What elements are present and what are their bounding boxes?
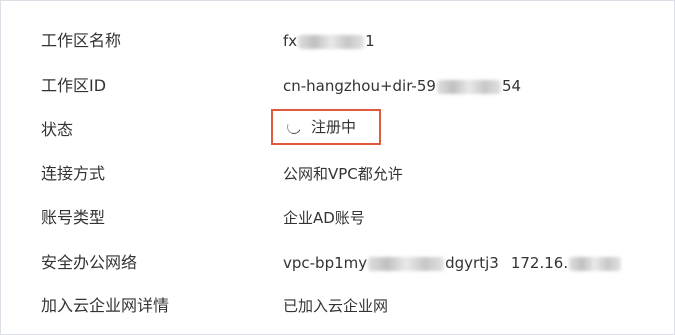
cen-row: 加入云企业网详情 已加入云企业网	[1, 292, 674, 320]
connection-value: 公网和VPC都允许	[283, 165, 403, 183]
workspace-id-prefix: cn-hangzhou+dir-59	[283, 77, 436, 95]
redacted-mask	[569, 256, 622, 271]
workspace-detail-panel: 工作区名称 fx 1 工作区ID cn-hangzhou+dir-59 54 状态 …	[0, 0, 675, 335]
loading-spinner-icon	[285, 118, 303, 136]
status-label: 状态	[41, 120, 74, 139]
redacted-mask	[368, 256, 445, 271]
workspace-name-row: 工作区名称 fx 1	[1, 27, 674, 55]
cidr-prefix: 172.16.	[510, 254, 569, 272]
workspace-name-prefix: fx	[283, 32, 298, 50]
workspace-id-row: 工作区ID cn-hangzhou+dir-59 54	[1, 72, 674, 100]
vpc-id-suffix[interactable]: dgyrtj3	[445, 254, 499, 272]
account-type-label: 账号类型	[41, 208, 106, 227]
status-highlight-box: 注册中	[271, 109, 381, 145]
workspace-name-suffix: 1	[365, 32, 375, 50]
cen-label: 加入云企业网详情	[41, 296, 170, 315]
vpc-id-prefix[interactable]: vpc-bp1my	[283, 254, 367, 272]
account-type-value: 企业AD账号	[283, 209, 365, 227]
connection-row: 连接方式 公网和VPC都允许	[1, 160, 674, 188]
workspace-name-label: 工作区名称	[41, 31, 122, 50]
workspace-id-value: cn-hangzhou+dir-59 54	[283, 72, 521, 100]
workspace-id-label: 工作区ID	[41, 76, 107, 95]
workspace-id-suffix: 54	[501, 77, 522, 95]
redacted-mask	[436, 79, 501, 94]
status-value: 注册中	[311, 118, 357, 136]
workspace-name-value: fx 1	[283, 27, 375, 55]
office-network-label: 安全办公网络	[41, 253, 138, 272]
redacted-mask	[298, 34, 365, 49]
account-type-row: 账号类型 企业AD账号	[1, 204, 674, 232]
connection-label: 连接方式	[41, 164, 106, 183]
office-network-value[interactable]: vpc-bp1my dgyrtj3 172.16.	[283, 249, 622, 277]
office-network-row: 安全办公网络 vpc-bp1my dgyrtj3 172.16.	[1, 249, 674, 277]
cen-value: 已加入云企业网	[283, 297, 389, 315]
